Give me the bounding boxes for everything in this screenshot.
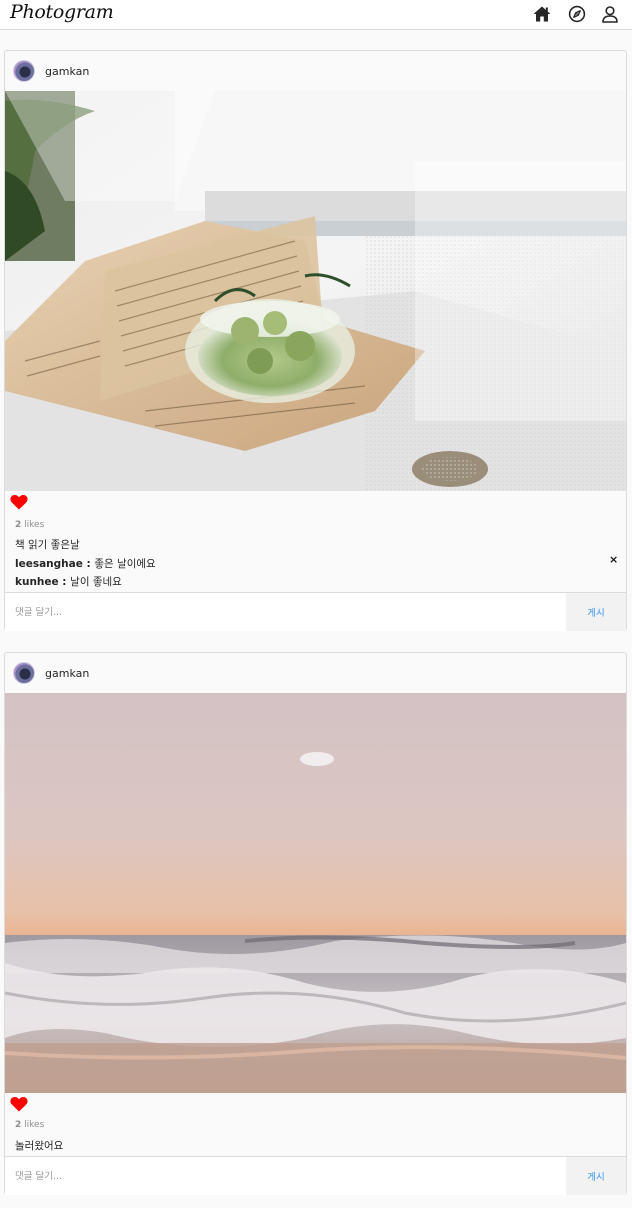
comment-user[interactable]: kunhee [15,576,59,588]
app-logo[interactable]: Photogram [10,1,114,23]
post-username[interactable]: gamkan [45,65,89,78]
comment-text: 날이 좋네요 [70,576,122,588]
heart-icon[interactable] [10,1096,28,1112]
post-image[interactable] [5,693,626,1093]
comment-input[interactable] [5,593,566,631]
home-icon[interactable] [532,4,552,24]
comment-form: 게시 [5,1156,626,1195]
comment-user[interactable]: leesanghae [15,558,83,570]
avatar[interactable] [13,662,35,684]
avatar[interactable] [13,60,35,82]
post-username[interactable]: gamkan [45,667,89,680]
comment-separator: : [82,558,95,570]
delete-comment-button[interactable]: × [609,553,618,566]
comment-form: 게시 [5,592,626,631]
comment-text: 좋은 날이에요 [94,558,156,570]
likes-label: likes [24,1120,45,1130]
post-caption: 책 읽기 좋은날 [15,539,80,551]
comment-separator: : [58,576,71,588]
top-nav-bar: Photogram [0,0,632,30]
likes-number: 2 [15,520,22,530]
post-caption: 놀러왔어요 [15,1140,64,1152]
likes-number: 2 [15,1120,22,1130]
post-header: gamkan [5,51,626,91]
heart-icon[interactable] [10,494,28,510]
post-comment-button[interactable]: 게시 [566,1157,626,1195]
post-comment-button[interactable]: 게시 [566,593,626,631]
comment-item: kunhee : 날이 좋네요 [15,574,122,589]
post-card: gamkan 2 likes 책 읽기 좋은날 leesanghae: 좋은 … [4,50,627,631]
user-icon[interactable] [600,4,620,24]
post-card: gamkan 2 likes 놀러왔어요 댓글 달기... 게시 [4,652,627,1195]
likes-count: 2 likes [15,520,44,530]
comment-input[interactable] [5,1157,566,1195]
compass-icon[interactable] [567,4,587,24]
post-header: gamkan [5,653,626,693]
likes-label: likes [24,520,45,530]
comment-item: leesanghae : 좋은 날이에요 [15,556,156,571]
likes-count: 2 likes [15,1120,44,1130]
post-image[interactable] [5,91,626,491]
